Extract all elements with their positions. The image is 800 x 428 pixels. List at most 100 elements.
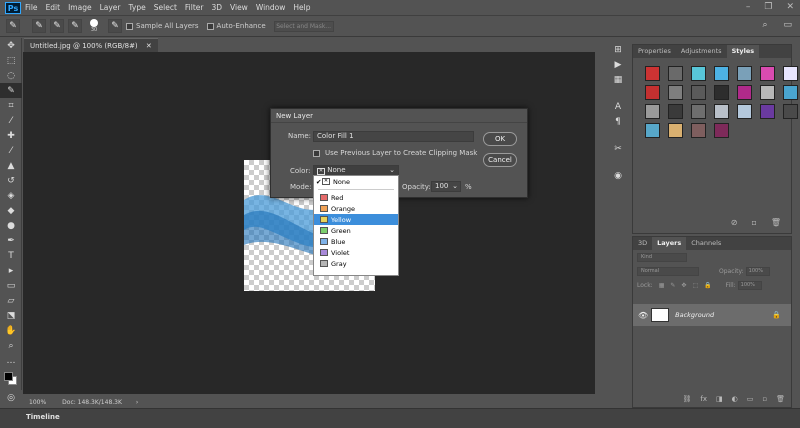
rectangle-tool-icon[interactable]: ▭ <box>0 278 22 293</box>
color-option-green[interactable]: Green <box>314 225 398 236</box>
menu-image[interactable]: Image <box>68 3 92 12</box>
menu-help[interactable]: Help <box>293 3 310 12</box>
style-swatch[interactable] <box>645 85 660 100</box>
hand-tool-icon[interactable]: ✋ <box>0 323 22 338</box>
color-option-orange[interactable]: Orange <box>314 203 398 214</box>
style-swatch[interactable] <box>714 123 729 138</box>
blend-mode-select[interactable]: Normal <box>637 266 699 276</box>
close-tab-icon[interactable]: ✕ <box>146 42 152 50</box>
opacity-input[interactable]: 100 ⌄ <box>431 181 461 192</box>
sample-all-layers-checkbox[interactable] <box>126 22 133 30</box>
subtract-selection-icon[interactable]: ✎ <box>68 19 82 33</box>
fill-field[interactable]: 100% <box>737 280 762 290</box>
style-swatch[interactable] <box>714 66 729 81</box>
color-swatch-icon[interactable] <box>0 368 22 390</box>
marquee-tool-icon[interactable]: ⬚ <box>0 53 22 68</box>
3d-panel-icon[interactable]: ◉ <box>608 168 628 183</box>
zoom-tool-icon[interactable]: ⌕ <box>0 338 22 353</box>
tab-3d[interactable]: 3D <box>633 237 652 250</box>
color-option-violet[interactable]: Violet <box>314 247 398 258</box>
new-layer-icon[interactable]: ▫ <box>762 395 767 403</box>
lock-artboard-icon[interactable]: ⬚ <box>692 282 698 289</box>
style-swatch[interactable] <box>760 66 775 81</box>
new-selection-icon[interactable]: ✎ <box>32 19 46 33</box>
lock-position-icon[interactable]: ✥ <box>681 282 686 289</box>
close-icon[interactable]: ✕ <box>786 2 794 12</box>
stamp-tool-icon[interactable]: ▲ <box>0 158 22 173</box>
style-swatch[interactable] <box>714 104 729 119</box>
menu-layer[interactable]: Layer <box>100 3 121 12</box>
style-swatch[interactable] <box>645 123 660 138</box>
menu-type[interactable]: Type <box>129 3 146 12</box>
3d-tool-icon[interactable]: ⬔ <box>0 308 22 323</box>
color-option-gray[interactable]: Gray <box>314 258 398 269</box>
style-swatch[interactable] <box>668 66 683 81</box>
eyedropper-tool-icon[interactable]: ⁄ <box>0 113 22 128</box>
visibility-eye-icon[interactable]: 👁 <box>638 311 648 320</box>
tool-presets-icon[interactable]: ✂ <box>608 141 628 156</box>
pen-tool-icon[interactable]: ✒ <box>0 233 22 248</box>
swatches-panel-icon[interactable]: ▦ <box>608 72 628 87</box>
cancel-button[interactable]: Cancel <box>483 153 517 167</box>
menu-3d[interactable]: 3D <box>211 3 222 12</box>
clipping-mask-checkbox[interactable] <box>313 150 320 157</box>
style-swatch[interactable] <box>737 66 752 81</box>
menu-filter[interactable]: Filter <box>185 3 204 12</box>
path-select-tool-icon[interactable]: ▸ <box>0 263 22 278</box>
gradient-tool-icon[interactable]: ◆ <box>0 203 22 218</box>
history-brush-icon[interactable]: ↺ <box>0 173 22 188</box>
color-option-none[interactable]: ✔ ✕ None <box>314 176 398 187</box>
menu-view[interactable]: View <box>230 3 248 12</box>
tab-layers[interactable]: Layers <box>652 237 687 250</box>
layer-name-input[interactable]: Color Fill 1 <box>313 131 474 142</box>
style-swatch[interactable] <box>737 104 752 119</box>
style-swatch[interactable] <box>691 66 706 81</box>
link-layers-icon[interactable]: ⛓ <box>683 395 692 403</box>
kind-filter[interactable]: Kind <box>637 252 687 262</box>
type-tool-icon[interactable]: T <box>0 248 22 263</box>
eraser-tool-icon[interactable]: ◈ <box>0 188 22 203</box>
minimize-icon[interactable]: – <box>746 2 751 12</box>
style-swatch[interactable] <box>668 104 683 119</box>
move-tool-icon[interactable]: ✥ <box>0 38 22 53</box>
delete-layer-icon[interactable]: 🗑 <box>776 395 785 403</box>
style-swatch[interactable] <box>783 66 798 81</box>
style-swatch[interactable] <box>645 66 660 81</box>
style-swatch[interactable] <box>645 104 660 119</box>
lock-all-icon[interactable]: 🔒 <box>704 282 711 289</box>
brush-tool-icon[interactable]: ⁄ <box>0 143 22 158</box>
quick-select-tool-icon[interactable]: ✎ <box>0 83 22 98</box>
color-option-yellow[interactable]: Yellow <box>314 214 398 225</box>
adjustment-layer-icon[interactable]: ◐ <box>732 395 738 403</box>
timeline-tab[interactable]: Timeline <box>26 413 60 421</box>
lock-paint-icon[interactable]: ✎ <box>670 282 675 289</box>
group-icon[interactable]: ▭ <box>747 395 754 403</box>
paragraph-panel-icon[interactable]: ¶ <box>608 114 628 129</box>
new-style-icon[interactable]: ▫ <box>751 218 756 227</box>
search-icon[interactable]: ⌕ <box>762 20 767 30</box>
menu-select[interactable]: Select <box>154 3 177 12</box>
style-swatch[interactable] <box>737 85 752 100</box>
lock-pixels-icon[interactable]: ▦ <box>659 282 665 289</box>
actions-panel-icon[interactable]: ▶ <box>608 57 628 72</box>
style-swatch[interactable] <box>691 104 706 119</box>
more-tools-icon[interactable]: … <box>0 353 22 368</box>
opacity-chevron-icon[interactable]: ⌄ <box>452 182 458 191</box>
character-panel-icon[interactable]: A <box>608 99 628 114</box>
auto-enhance-checkbox[interactable] <box>206 22 214 30</box>
style-swatch[interactable] <box>691 123 706 138</box>
brush-angle-icon[interactable]: ✎ <box>108 19 122 33</box>
brush-size-picker[interactable]: 30 <box>90 19 98 33</box>
ruler-tool-icon[interactable]: ▱ <box>0 293 22 308</box>
ok-button[interactable]: OK <box>483 132 517 146</box>
color-option-red[interactable]: Red <box>314 192 398 203</box>
select-and-mask-button[interactable]: Select and Mask... <box>273 20 334 32</box>
delete-style-icon[interactable]: 🗑 <box>771 218 781 227</box>
blur-tool-icon[interactable]: ● <box>0 218 22 233</box>
style-swatch[interactable] <box>760 85 775 100</box>
fx-icon[interactable]: fx <box>700 395 707 403</box>
workspace-icon[interactable]: ▭ <box>783 20 792 30</box>
style-swatch[interactable] <box>760 104 775 119</box>
style-swatch[interactable] <box>783 104 798 119</box>
quick-select-preset-icon[interactable]: ✎ <box>6 19 20 33</box>
